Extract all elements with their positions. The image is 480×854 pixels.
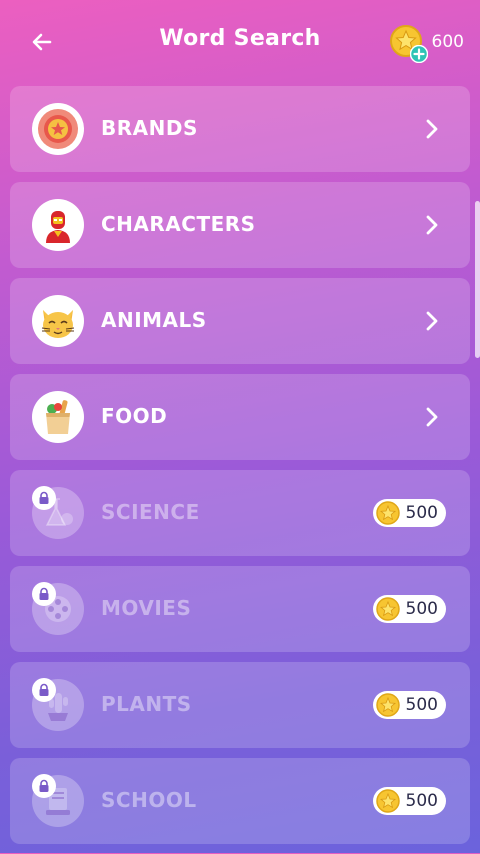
- unlock-price-button[interactable]: 500: [372, 787, 446, 815]
- unlock-price-button[interactable]: 500: [372, 691, 446, 719]
- header: Word Search 600: [0, 0, 480, 86]
- category-list: BRANDS CHARACTERS ANIMALS FOOD SCIENCE 5…: [10, 86, 470, 854]
- unlock-price-button[interactable]: 500: [372, 499, 446, 527]
- category-item-science[interactable]: SCIENCE 500: [10, 470, 470, 556]
- category-item-food[interactable]: FOOD: [10, 374, 470, 460]
- category-item-animals[interactable]: ANIMALS: [10, 278, 470, 364]
- cat-face-icon: [32, 295, 84, 347]
- price-value: 500: [405, 695, 438, 715]
- category-item-plants[interactable]: PLANTS 500: [10, 662, 470, 748]
- category-label: MOVIES: [101, 596, 192, 620]
- add-coins-button[interactable]: [389, 25, 428, 63]
- category-label: BRANDS: [101, 116, 198, 140]
- coin-count: 600: [431, 32, 464, 52]
- category-item-movies[interactable]: MOVIES 500: [10, 566, 470, 652]
- category-label: SCHOOL: [101, 788, 197, 812]
- category-item-school[interactable]: SCHOOL 500: [10, 758, 470, 844]
- coin-icon: [375, 693, 400, 717]
- coin-icon: [375, 789, 400, 813]
- lock-icon: [32, 678, 56, 702]
- coin-icon: [375, 501, 400, 525]
- category-label: PLANTS: [101, 692, 192, 716]
- lock-icon: [32, 582, 56, 606]
- chevron-right-icon: [426, 119, 438, 139]
- coin-balance: 600: [389, 24, 464, 63]
- category-label: ANIMALS: [101, 308, 207, 332]
- plus-icon: [409, 45, 428, 63]
- price-value: 500: [405, 503, 438, 523]
- grocery-bag-icon: [32, 391, 84, 443]
- category-label: CHARACTERS: [101, 212, 256, 236]
- lock-icon: [32, 774, 56, 798]
- chevron-right-icon: [426, 215, 438, 235]
- brands-badge-icon: [32, 103, 84, 155]
- chevron-right-icon: [426, 311, 438, 331]
- category-item-brands[interactable]: BRANDS: [10, 86, 470, 172]
- category-label: FOOD: [101, 404, 168, 428]
- scrollbar[interactable]: [475, 201, 480, 358]
- price-value: 500: [405, 599, 438, 619]
- lock-icon: [32, 486, 56, 510]
- price-value: 500: [405, 791, 438, 811]
- chevron-right-icon: [426, 407, 438, 427]
- coin-icon: [375, 597, 400, 621]
- superhero-icon: [32, 199, 84, 251]
- unlock-price-button[interactable]: 500: [372, 595, 446, 623]
- category-label: SCIENCE: [101, 500, 200, 524]
- category-item-characters[interactable]: CHARACTERS: [10, 182, 470, 268]
